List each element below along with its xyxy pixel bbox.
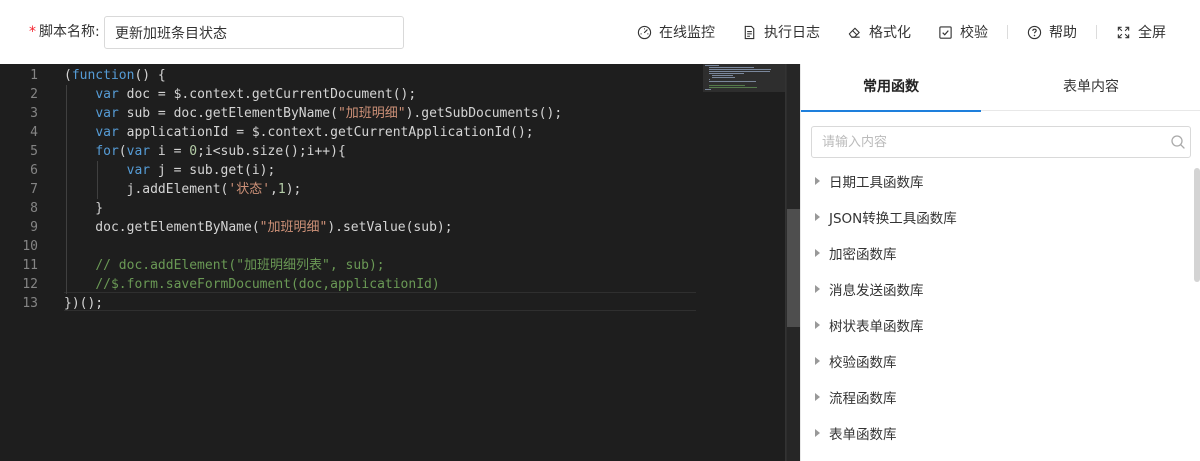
script-name-label: * 脚本名称: — [29, 23, 100, 41]
code-line[interactable]: var doc = $.context.getCurrentDocument()… — [64, 85, 416, 104]
code-line[interactable]: doc.getElementByName("加班明细").setValue(su… — [64, 218, 452, 237]
function-library-label: 日期工具函数库 — [829, 175, 924, 191]
minimap-viewport[interactable] — [703, 64, 785, 92]
function-library-label: 表单函数库 — [829, 427, 897, 443]
caret-right-icon — [815, 321, 820, 329]
top-bar: *脚本名称: 在线监控 执行日志 格式化 校验 帮助 全屏 — [0, 0, 1200, 64]
code-line[interactable]: // doc.addElement("加班明细列表", sub); — [64, 256, 384, 275]
active-tab-indicator — [801, 110, 981, 112]
editor-scrollbar-thumb[interactable] — [787, 209, 800, 327]
function-library-item[interactable]: 树状表单函数库 — [815, 307, 924, 343]
line-number: 4 — [30, 125, 38, 140]
caret-right-icon — [815, 177, 820, 185]
toolbar-divider — [1007, 25, 1008, 39]
tab-form-content[interactable]: 表单内容 — [1001, 64, 1181, 111]
function-search-input[interactable] — [811, 126, 1191, 158]
fullscreen-icon — [1117, 26, 1130, 38]
help-button[interactable]: 帮助 — [1027, 21, 1077, 43]
function-library-item[interactable]: 消息发送函数库 — [815, 271, 924, 307]
function-library-label: 树状表单函数库 — [829, 319, 924, 335]
exec-log-label: 执行日志 — [764, 25, 820, 41]
line-number: 11 — [22, 258, 38, 273]
line-number: 3 — [30, 106, 38, 121]
eraser-icon — [848, 27, 860, 38]
function-library-label: 消息发送函数库 — [829, 283, 924, 299]
function-library-item[interactable]: 日期工具函数库 — [815, 163, 924, 199]
monitor-button[interactable]: 在线监控 — [637, 21, 715, 43]
tab-common-functions[interactable]: 常用函数 — [801, 64, 981, 112]
script-name-input[interactable] — [104, 16, 404, 49]
caret-right-icon — [815, 393, 820, 401]
toolbar-divider — [1096, 25, 1097, 39]
code-editor[interactable]: 1 2 3 4 5 6 7 8 9 10 11 12 13 (function() { var doc … — [0, 64, 800, 461]
checkbox-icon — [939, 25, 952, 39]
help-circle-icon — [1027, 25, 1042, 39]
code-text-area[interactable]: (function() { var doc = $.context.getCur… — [64, 64, 696, 461]
caret-right-icon — [815, 429, 820, 437]
code-line[interactable]: var sub = doc.getElementByName("加班明细").g… — [64, 104, 562, 123]
line-number-gutter: 1 2 3 4 5 6 7 8 9 10 11 12 13 — [0, 64, 48, 461]
code-line[interactable]: })(); — [64, 294, 103, 313]
document-icon — [744, 25, 755, 39]
line-number: 5 — [30, 144, 38, 159]
tab-form-content-label: 表单内容 — [1063, 79, 1119, 95]
tab-common-functions-label: 常用函数 — [863, 79, 919, 95]
fullscreen-button[interactable]: 全屏 — [1116, 21, 1166, 43]
line-number: 1 — [30, 68, 38, 83]
code-line[interactable]: var j = sub.get(i); — [64, 161, 276, 180]
code-line[interactable]: j.addElement('状态',1); — [64, 180, 302, 199]
line-number: 2 — [30, 87, 38, 102]
code-line[interactable]: for(var i = 0;i<sub.size();i++){ — [64, 142, 345, 161]
fullscreen-label: 全屏 — [1138, 25, 1166, 41]
caret-right-icon — [815, 285, 820, 293]
function-panel: 常用函数 表单内容 日期工具函数库 JSON转换工具函数库加密函数库消息发送函数库… — [800, 64, 1200, 461]
function-library-label: 校验函数库 — [829, 355, 897, 371]
line-number: 9 — [30, 220, 38, 235]
dashboard-icon — [637, 25, 652, 39]
line-number: 7 — [30, 182, 38, 197]
toolbar: 在线监控 执行日志 格式化 校验 帮助 全屏 — [637, 21, 1166, 43]
code-line[interactable]: } — [64, 199, 103, 218]
help-label: 帮助 — [1049, 25, 1077, 41]
caret-right-icon — [815, 213, 820, 221]
format-label: 格式化 — [869, 25, 911, 41]
code-line[interactable]: var applicationId = $.context.getCurrent… — [64, 123, 533, 142]
required-mark: * — [29, 24, 36, 40]
monitor-label: 在线监控 — [659, 25, 715, 41]
line-number: 8 — [30, 201, 38, 216]
function-library-label: 加密函数库 — [829, 247, 897, 263]
panel-tabs: 常用函数 表单内容 — [801, 64, 1200, 112]
function-library-item[interactable]: JSON转换工具函数库 — [815, 199, 957, 235]
function-library-item[interactable]: 流程函数库 — [815, 379, 897, 415]
line-number: 6 — [30, 163, 38, 178]
code-line[interactable]: //$.form.saveFormDocument(doc,applicatio… — [64, 275, 439, 294]
indent-guide — [97, 161, 98, 199]
code-line[interactable]: (function() { — [64, 66, 166, 85]
validate-label: 校验 — [960, 25, 988, 41]
exec-log-button[interactable]: 执行日志 — [742, 21, 820, 43]
line-number: 13 — [22, 296, 38, 311]
function-library-item[interactable]: 表单函数库 — [815, 415, 897, 451]
caret-right-icon — [815, 249, 820, 257]
function-library-label: 流程函数库 — [829, 391, 897, 407]
validate-button[interactable]: 校验 — [938, 21, 988, 43]
function-library-label: JSON转换工具函数库 — [829, 211, 957, 227]
line-number: 12 — [22, 277, 38, 292]
script-name-label-text: 脚本名称: — [39, 24, 100, 40]
caret-right-icon — [815, 357, 820, 365]
search-icon[interactable] — [1170, 134, 1186, 150]
format-button[interactable]: 格式化 — [847, 21, 911, 43]
panel-scrollbar-thumb[interactable] — [1194, 168, 1200, 282]
function-library-item[interactable]: 加密函数库 — [815, 235, 897, 271]
indent-guide — [66, 85, 67, 294]
line-number: 10 — [22, 239, 38, 254]
function-library-item[interactable]: 校验函数库 — [815, 343, 897, 379]
